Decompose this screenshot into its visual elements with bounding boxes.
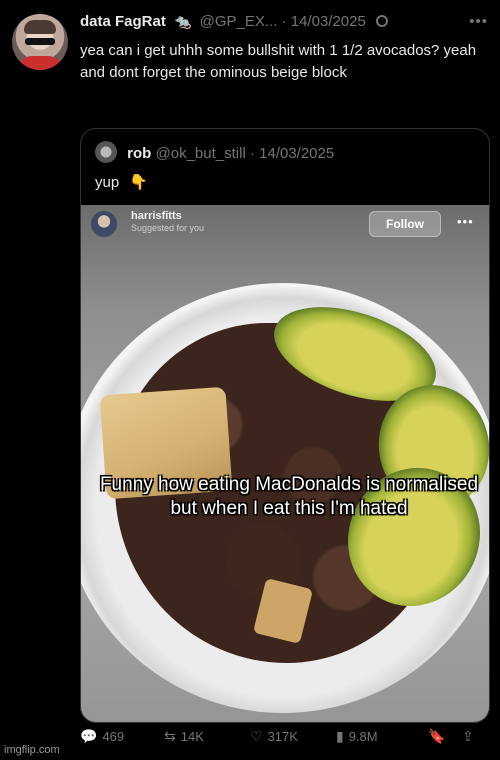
tweet: data FagRat 🐀 @GP_EX... · 14/03/2025 •••… xyxy=(0,0,500,760)
media-image[interactable]: harrisfitts Suggested for you Follow •••… xyxy=(81,205,489,722)
rat-emoji-icon: 🐀 xyxy=(174,13,192,29)
ig-username: harrisfitts xyxy=(131,210,182,222)
ig-avatar xyxy=(91,211,117,237)
quote-text-row: yup 👇 xyxy=(95,173,148,191)
avatar-shirt xyxy=(18,56,62,70)
tweet-text: yea can i get uhhh some bullshit with 1 … xyxy=(80,42,477,81)
handle[interactable]: @GP_EX... xyxy=(200,13,278,30)
avatar[interactable] xyxy=(12,14,68,70)
more-icon[interactable]: ••• xyxy=(469,13,488,30)
like-count: 317K xyxy=(267,729,298,744)
separator-dot: · xyxy=(281,13,291,30)
tweet-header: data FagRat 🐀 @GP_EX... · 14/03/2025 xyxy=(80,13,492,35)
quote-date[interactable]: 14/03/2025 xyxy=(259,145,334,162)
reply-button[interactable]: 💬 469 xyxy=(80,728,124,745)
separator-dot: · xyxy=(249,145,260,162)
view-count: 9.8M xyxy=(348,729,378,744)
repost-button[interactable]: ⇆ 14K xyxy=(164,728,204,745)
display-name[interactable]: data FagRat xyxy=(80,13,166,30)
grok-icon[interactable] xyxy=(376,15,388,27)
views-button[interactable]: ▮ 9.8M xyxy=(336,728,378,745)
ig-suggested: Suggested for you xyxy=(131,223,205,233)
quote-avatar[interactable] xyxy=(95,141,117,163)
pointing-down-icon: 👇 xyxy=(129,174,149,191)
avatar-hair xyxy=(24,20,56,34)
share-button[interactable]: ⇪ xyxy=(462,728,479,745)
reply-count: 469 xyxy=(102,729,125,744)
quoted-tweet[interactable]: rob @ok_but_still · 14/03/2025 yup 👇 har… xyxy=(80,128,490,723)
reply-icon: 💬 xyxy=(80,728,98,744)
quote-header: rob @ok_but_still · 14/03/2025 xyxy=(95,141,334,163)
tweet-date[interactable]: 14/03/2025 xyxy=(291,13,366,30)
views-icon: ▮ xyxy=(336,728,344,744)
ig-more-icon: ••• xyxy=(457,214,474,229)
bookmark-icon: 🔖 xyxy=(428,728,446,744)
like-icon: ♡ xyxy=(250,728,263,744)
quote-handle[interactable]: @ok_but_still xyxy=(156,145,246,162)
bookmark-button[interactable]: 🔖 xyxy=(428,728,450,745)
like-button[interactable]: ♡ 317K xyxy=(250,728,298,745)
avatar-glasses xyxy=(25,38,55,45)
watermark: imgflip.com xyxy=(4,744,60,756)
quote-text: yup xyxy=(95,174,120,191)
repost-icon: ⇆ xyxy=(164,728,176,744)
share-icon: ⇪ xyxy=(462,728,474,744)
instagram-overlay-bar: harrisfitts Suggested for you Follow ••• xyxy=(81,205,489,243)
ig-follow-button: Follow xyxy=(369,211,441,237)
action-bar: 💬 469 ⇆ 14K ♡ 317K ▮ 9.8M 🔖 ⇪ xyxy=(78,724,488,752)
quote-display-name[interactable]: rob xyxy=(127,145,151,162)
repost-count: 14K xyxy=(180,729,204,744)
image-caption: Funny how eating MacDonalds is normalise… xyxy=(99,474,479,519)
